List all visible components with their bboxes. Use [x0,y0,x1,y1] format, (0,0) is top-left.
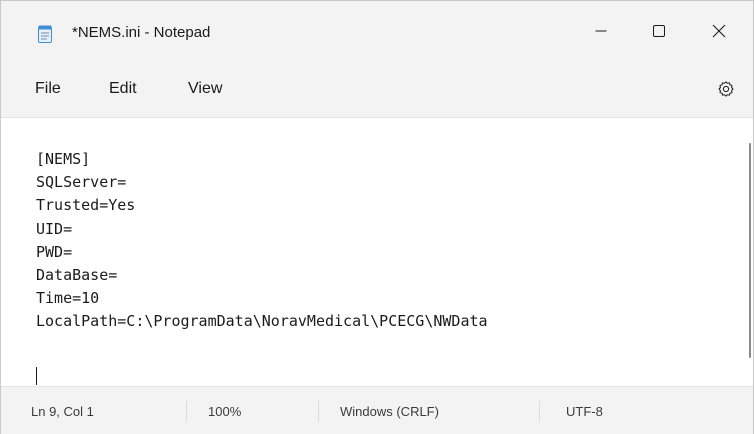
editor-line[interactable]: UID= [36,218,488,241]
close-icon [712,24,726,43]
settings-button[interactable] [713,78,739,104]
status-bar: Ln 9, Col 1 100% Windows (CRLF) UTF-8 [1,386,753,434]
status-divider [318,401,319,422]
minimize-icon [595,24,607,42]
editor-line[interactable]: LocalPath=C:\ProgramData\NoravMedical\PC… [36,310,488,333]
maximize-icon [653,24,665,42]
line-ending[interactable]: Windows (CRLF) [340,404,439,419]
gear-icon [717,80,735,103]
notepad-icon [38,25,52,43]
title-bar[interactable]: *NEMS.ini - Notepad [1,1,753,63]
window-title: *NEMS.ini - Notepad [72,24,211,41]
editor-line[interactable]: Trusted=Yes [36,194,488,217]
text-caret [36,367,37,385]
editor-line[interactable] [36,334,488,357]
vertical-scrollbar[interactable] [749,143,751,358]
editor-line[interactable]: SQLServer= [36,171,488,194]
menu-file[interactable]: File [35,80,61,98]
editor-line[interactable]: DataBase= [36,264,488,287]
menu-bar: File Edit View [1,63,753,117]
notepad-window: *NEMS.ini - Notepad File Edit View [NEMS… [0,0,754,434]
minimize-button[interactable] [573,11,629,55]
maximize-button[interactable] [631,11,687,55]
menu-edit[interactable]: Edit [109,80,137,98]
encoding[interactable]: UTF-8 [566,404,603,419]
status-divider [539,401,540,422]
editor-line[interactable]: [NEMS] [36,148,488,171]
editor-line[interactable]: Time=10 [36,287,488,310]
editor-content[interactable]: [NEMS] SQLServer= Trusted=Yes UID= PWD= DataB… [36,148,488,357]
text-editor[interactable]: [NEMS] SQLServer= Trusted=Yes UID= PWD= DataB… [1,117,753,386]
status-divider [186,401,187,422]
editor-line[interactable]: PWD= [36,241,488,264]
menu-view[interactable]: View [188,80,222,98]
cursor-position: Ln 9, Col 1 [31,404,94,419]
close-button[interactable] [691,11,747,55]
zoom-level[interactable]: 100% [208,404,241,419]
